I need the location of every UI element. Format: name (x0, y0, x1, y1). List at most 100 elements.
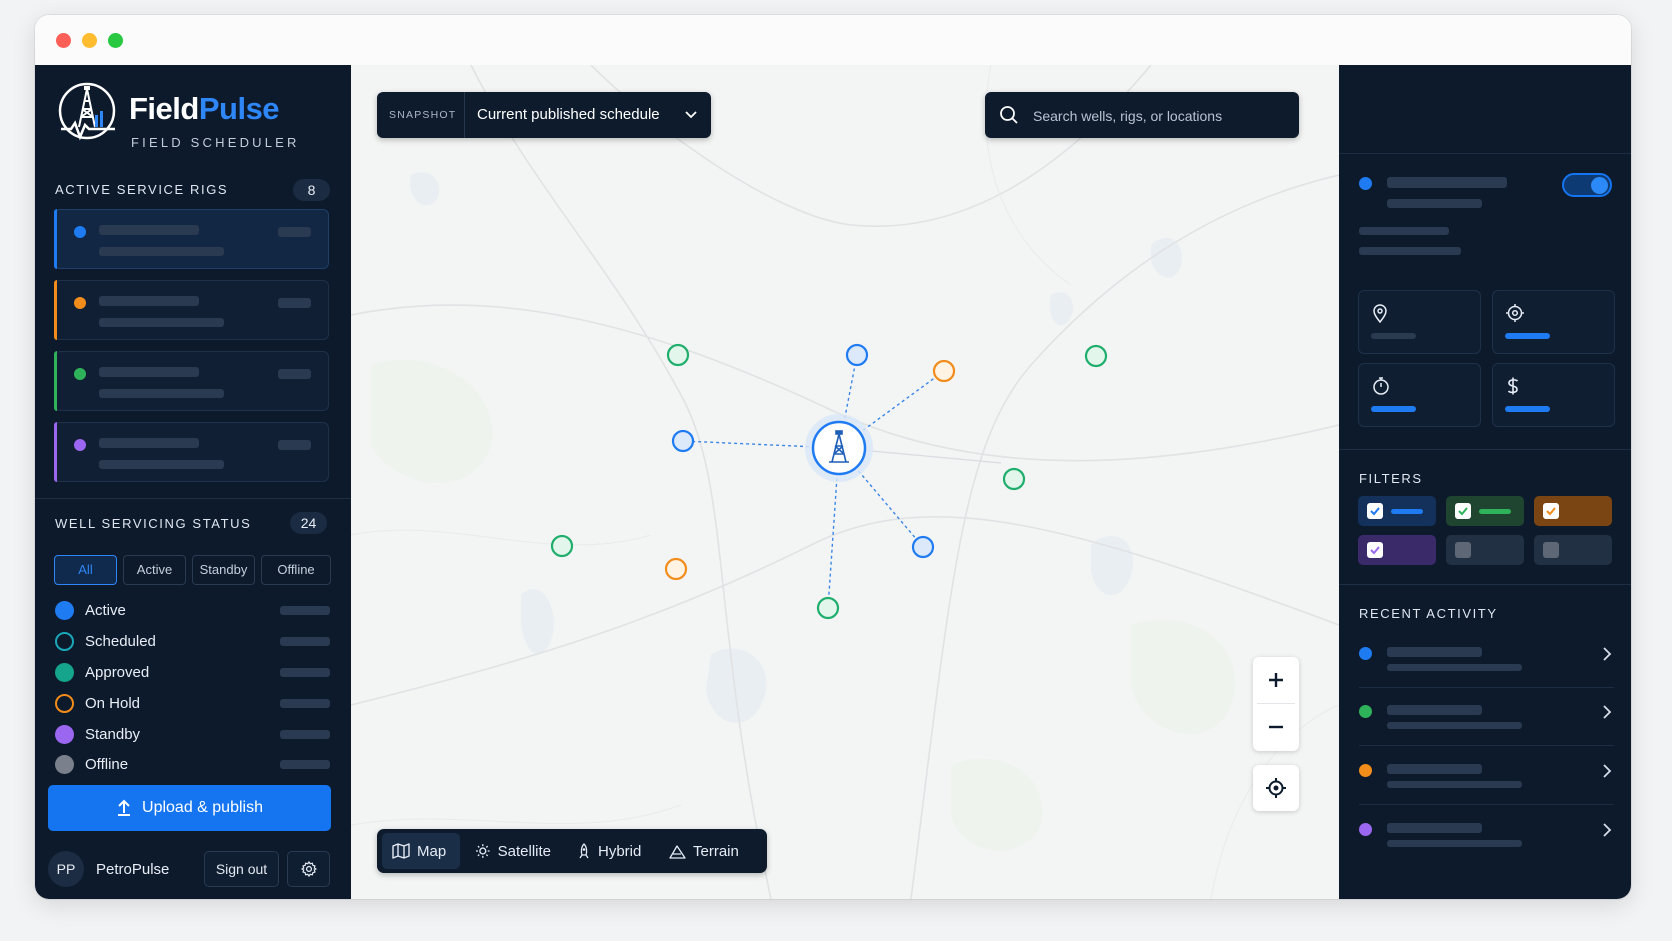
filter-chip-orange[interactable] (1534, 496, 1612, 526)
minus-icon (1269, 725, 1283, 729)
selected-rig-dot (1359, 177, 1372, 190)
brand-name: FieldPulse (129, 91, 280, 127)
well-network (550, 343, 1108, 620)
rig-card-accent (54, 422, 57, 482)
status-item-approved[interactable]: Approved (55, 659, 330, 685)
minimize-window-button[interactable] (82, 33, 97, 48)
rig-card-accent (54, 280, 57, 340)
section-divider (35, 498, 351, 499)
rig-name-placeholder (99, 438, 199, 448)
rig-card[interactable] (54, 351, 329, 411)
well-marker[interactable] (664, 557, 688, 581)
upload-publish-button[interactable]: Upload & publish (48, 785, 331, 831)
filter-chip-gray[interactable] (1446, 535, 1524, 565)
brand: FieldPulse FIELD SCHEDULER (57, 81, 337, 150)
activity-row[interactable] (1359, 751, 1614, 807)
well-marker[interactable] (932, 359, 956, 383)
map-mode-label: Satellite (497, 842, 551, 860)
activity-detail-placeholder (1387, 722, 1522, 729)
map-mode-label: Map (417, 842, 447, 860)
snapshot-selector[interactable]: SNAPSHOT Current published schedule (377, 92, 711, 138)
rig-name-placeholder (99, 367, 199, 377)
status-item-scheduled[interactable]: Scheduled (55, 628, 330, 654)
filter-chip-gray[interactable] (1534, 535, 1612, 565)
map-mode-terrain[interactable]: Terrain (659, 833, 749, 869)
title-bar (35, 15, 1631, 66)
rig-card[interactable] (54, 422, 329, 482)
activity-row[interactable] (1359, 810, 1614, 866)
upload-arrow-icon (118, 799, 131, 816)
status-count-badge: 24 (290, 512, 327, 534)
status-tab-active[interactable]: Active (123, 555, 186, 585)
cost-tile[interactable] (1492, 363, 1615, 427)
rig-detail-placeholder (99, 247, 224, 256)
target-tile[interactable] (1492, 290, 1615, 354)
location-tile[interactable] (1358, 290, 1481, 354)
close-window-button[interactable] (56, 33, 71, 48)
stopwatch-icon (1373, 377, 1389, 395)
well-marker[interactable] (666, 343, 690, 367)
settings-button[interactable] (287, 851, 330, 887)
filter-chip-blue[interactable] (1358, 496, 1436, 526)
search-input[interactable] (1031, 104, 1285, 128)
snapshot-value: Current published schedule (477, 106, 660, 123)
map-canvas[interactable]: SNAPSHOT Current published schedule Sear… (351, 65, 1339, 899)
activity-row[interactable] (1359, 692, 1614, 748)
map-icon (392, 843, 410, 859)
rig-status-dot (74, 226, 86, 238)
oil-derrick-icon (58, 82, 116, 141)
well-marker[interactable] (1002, 467, 1026, 491)
checkbox (1455, 503, 1471, 519)
map-mode-hybrid[interactable]: Hybrid (567, 833, 653, 869)
status-item-on-hold[interactable]: On Hold (55, 690, 330, 716)
rig-card[interactable] (54, 280, 329, 340)
rig-card[interactable] (54, 209, 329, 269)
sign-out-button[interactable]: Sign out (204, 851, 279, 887)
status-tab-offline[interactable]: Offline (261, 555, 331, 585)
chevron-right-icon (1603, 764, 1612, 778)
avatar[interactable]: PP (48, 851, 84, 887)
rigs-count-badge: 8 (293, 179, 330, 201)
rig-meta-placeholder (278, 227, 311, 237)
status-tab-standby[interactable]: Standby (192, 555, 255, 585)
rig-meta-placeholder (278, 440, 311, 450)
maximize-window-button[interactable] (108, 33, 123, 48)
filter-chip-purple[interactable] (1358, 535, 1436, 565)
well-marker[interactable] (911, 535, 935, 559)
well-marker[interactable] (845, 343, 869, 367)
selected-rig-subtitle-placeholder (1387, 199, 1482, 208)
status-dot (55, 663, 74, 682)
rig-visibility-toggle[interactable] (1562, 173, 1612, 197)
well-marker[interactable] (550, 534, 574, 558)
well-marker[interactable] (816, 596, 840, 620)
time-tile[interactable] (1358, 363, 1481, 427)
activity-detail-placeholder (1387, 840, 1522, 847)
map-mode-label: Terrain (693, 842, 739, 860)
snapshot-tag: SNAPSHOT (389, 109, 457, 121)
status-item-standby[interactable]: Standby (55, 721, 330, 747)
status-value-placeholder (280, 637, 330, 646)
hub-rig-marker[interactable] (811, 420, 867, 476)
status-value-placeholder (280, 606, 330, 615)
zoom-out-button[interactable] (1253, 704, 1299, 750)
status-ring (55, 632, 74, 651)
map-mode-map[interactable]: Map (382, 833, 460, 869)
status-item-offline[interactable]: Offline (55, 751, 330, 777)
chevron-down-icon (685, 111, 697, 119)
pin-icon (1373, 304, 1387, 323)
map-mode-satellite[interactable]: Satellite (465, 833, 561, 869)
well-marker[interactable] (671, 429, 695, 453)
checkbox (1367, 542, 1383, 558)
checkbox-unchecked (1543, 542, 1559, 558)
status-tab-all[interactable]: All (54, 555, 117, 585)
locate-button[interactable] (1253, 765, 1299, 811)
target-icon (1506, 304, 1524, 322)
activity-row[interactable] (1359, 634, 1614, 690)
status-label: Offline (85, 756, 129, 773)
status-item-active[interactable]: Active (55, 597, 330, 623)
filter-chip-green[interactable] (1446, 496, 1524, 526)
status-value-placeholder (280, 730, 330, 739)
zoom-controls (1253, 657, 1299, 751)
well-marker[interactable] (1084, 344, 1108, 368)
zoom-in-button[interactable] (1253, 657, 1299, 703)
